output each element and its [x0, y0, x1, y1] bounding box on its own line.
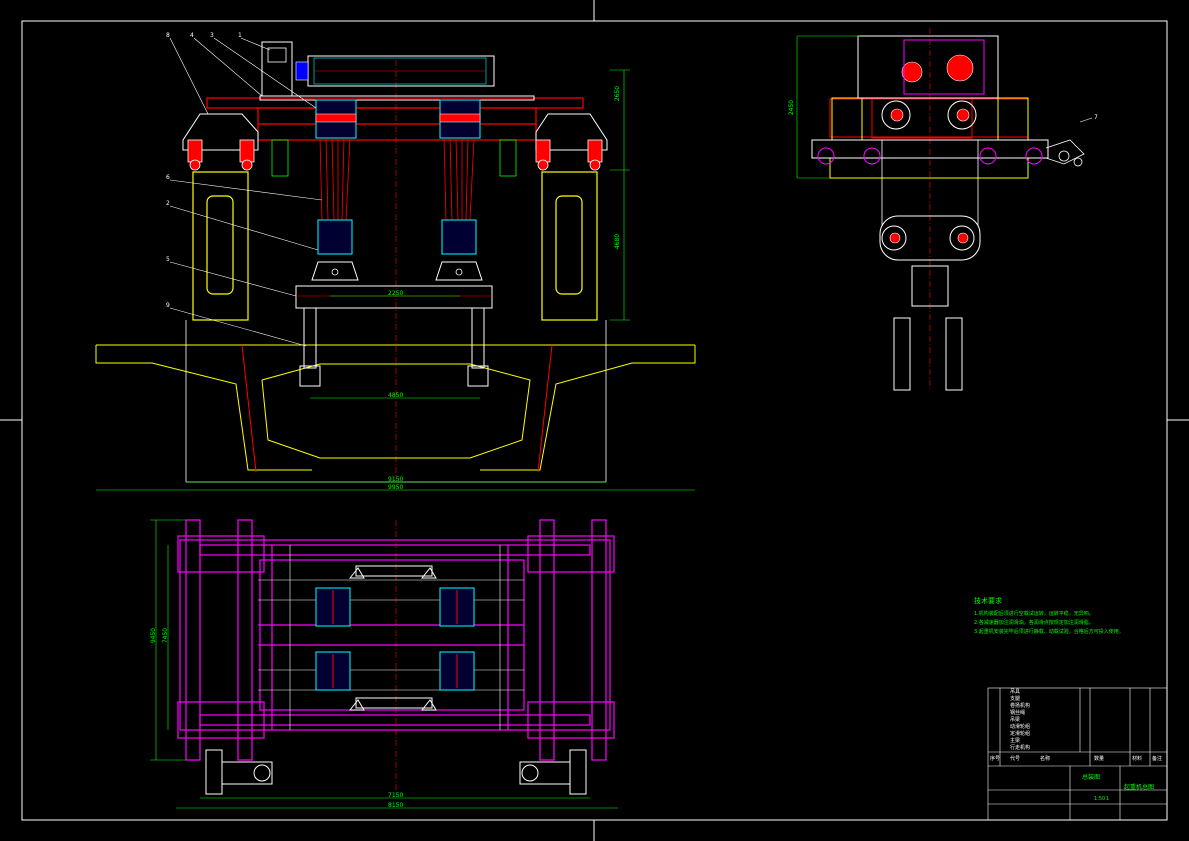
leader-number-5: 5	[166, 256, 170, 263]
technical-note-2: 2.各减速器加注润滑油，各润滑点按规定加注润滑脂。	[974, 620, 1094, 626]
fixed-sheave-block-right	[439, 99, 481, 139]
bom-row-7: 卷扬机构	[1010, 703, 1031, 709]
dim-deck-inner: 9150	[388, 476, 404, 483]
bom-header-no: 序号	[990, 756, 1001, 762]
bom-row-1: 行走机构	[1010, 745, 1031, 751]
dim-plan-length-outer: 8150	[388, 802, 404, 809]
leader-number-2: 2	[166, 200, 170, 207]
title-block-sheet: 1	[1106, 796, 1110, 802]
bom-row-9: 吊具	[1010, 689, 1021, 695]
dim-deck-outer: 9950	[388, 484, 404, 491]
leader-number-3: 3	[210, 32, 214, 39]
dim-plan-depth: 7450	[162, 627, 170, 644]
bom-row-6: 钢丝绳	[1010, 710, 1026, 716]
leader-number-6: 6	[166, 174, 170, 181]
bom-header-name: 名称	[1040, 756, 1051, 762]
title-block-name: 总装图	[1082, 774, 1101, 781]
bom-header-material: 材料	[1132, 756, 1143, 762]
leader-number-4: 4	[190, 32, 194, 39]
leader-number-9: 9	[166, 302, 170, 309]
bom-row-3: 定滑轮组	[1010, 731, 1031, 737]
technical-note-3: 3.起重机安装完毕后须进行静载、动载试验，合格后方可投入使用。	[974, 629, 1124, 635]
bom-header-remark: 备注	[1152, 756, 1163, 762]
dim-plan-length: 7150	[388, 792, 404, 799]
technical-note-1: 1.机构装配后须进行空载试运转，运转平稳，无异响。	[974, 611, 1094, 617]
dim-column-height: 4680	[614, 233, 622, 250]
leader-number-1: 1	[238, 32, 242, 39]
dim-spread: 2250	[388, 290, 404, 297]
bom-header-qty: 数量	[1094, 756, 1105, 762]
leader-number-8: 8	[166, 32, 170, 39]
title-block-drawing-title: 起重机总图	[1124, 784, 1155, 791]
title-block-scale: 1:50	[1094, 796, 1106, 802]
bom-row-8: 支腿	[1010, 696, 1021, 702]
technical-notes-title: 技术要求	[974, 597, 1002, 605]
dim-top-height: 2650	[614, 85, 622, 102]
dim-plan-depth-outer: 9450	[150, 627, 158, 644]
bom-row-4: 动滑轮组	[1010, 724, 1031, 730]
dim-hook-gap: 4850	[388, 392, 404, 399]
dim-side-height: 2450	[788, 99, 796, 116]
bom-header-code: 代号	[1010, 756, 1021, 762]
side-leader-number: 7	[1094, 114, 1098, 121]
fixed-sheave-block-left	[315, 99, 357, 139]
bom-row-2: 主梁	[1010, 738, 1021, 744]
bom-row-5: 吊梁	[1010, 717, 1021, 723]
